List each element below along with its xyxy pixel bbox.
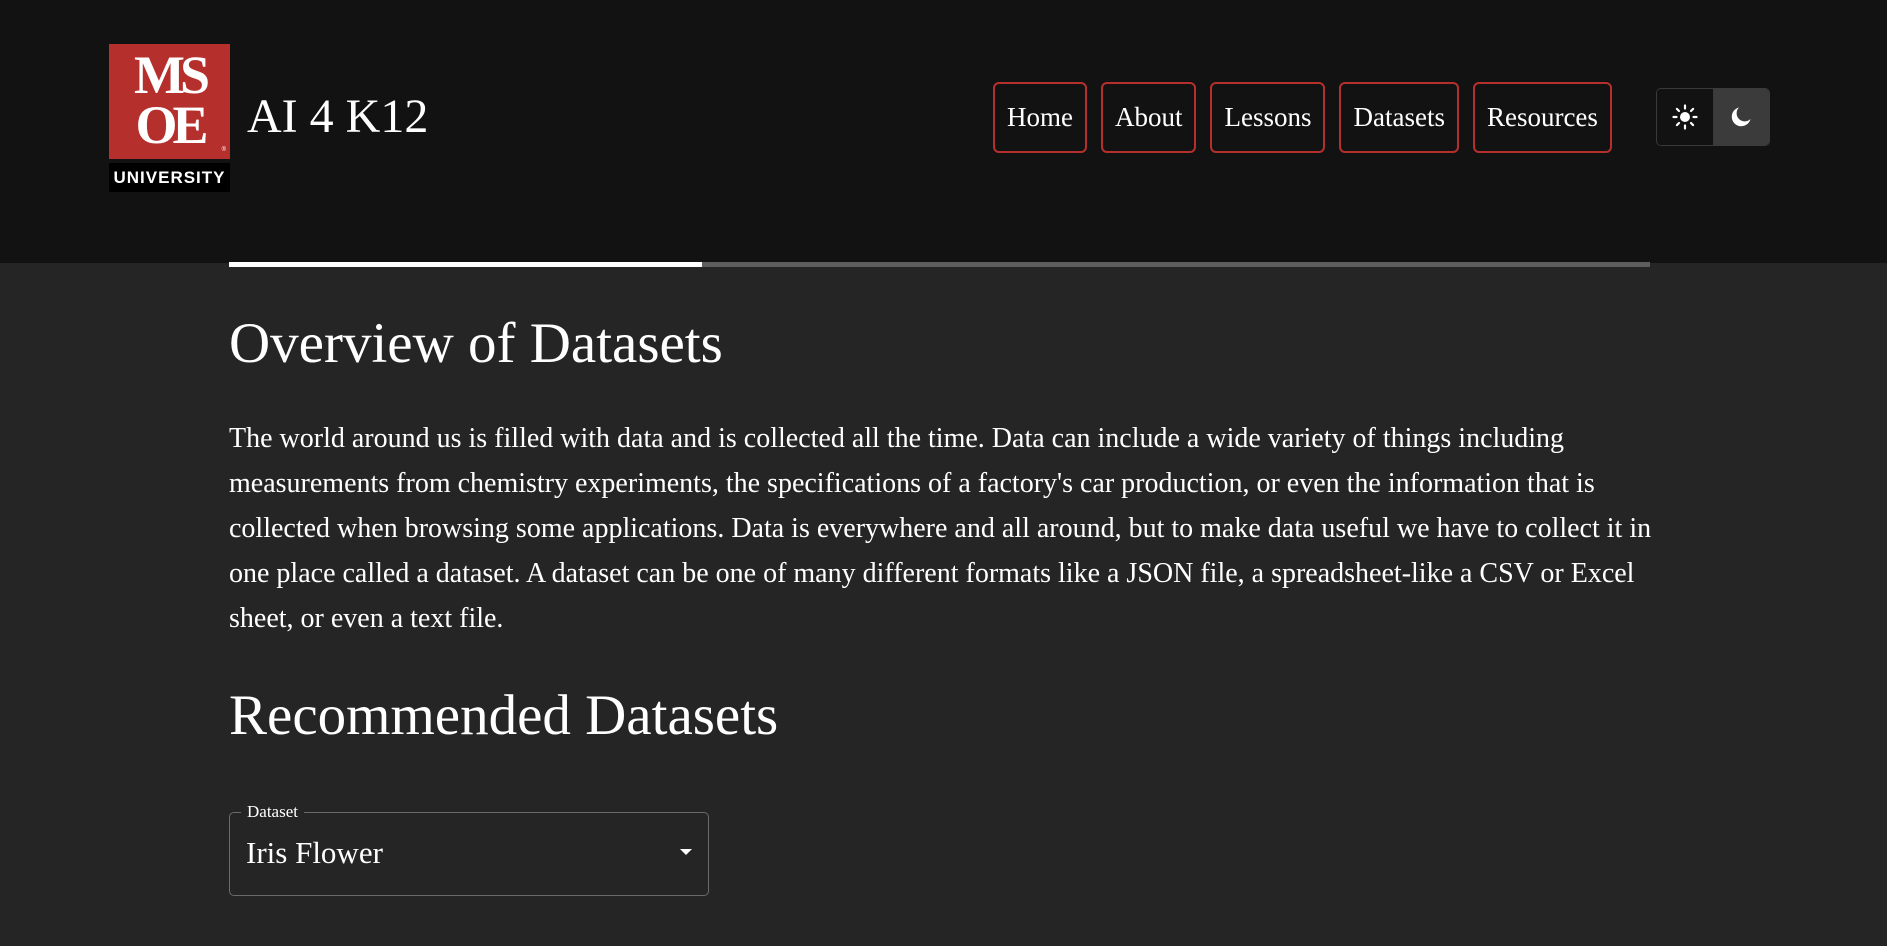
dataset-select[interactable]: Dataset Iris Flower — [229, 801, 709, 896]
nav-about-button[interactable]: About — [1100, 82, 1197, 153]
main-nav: Home About Lessons Datasets Resources — [993, 82, 1612, 153]
site-title[interactable]: AI 4 K12 — [247, 88, 428, 146]
theme-toggle — [1656, 88, 1770, 146]
logo-subtitle: UNIVERSITY — [109, 163, 230, 192]
dataset-select-value: Iris Flower — [246, 835, 383, 870]
chevron-down-icon — [680, 849, 692, 855]
site-header: MS OE ® UNIVERSITY AI 4 K12 Home About Le… — [0, 0, 1887, 263]
page-progress-fill — [229, 262, 703, 267]
dark-mode-button[interactable] — [1712, 89, 1769, 145]
nav-resources-button[interactable]: Resources — [1472, 82, 1612, 153]
sun-icon — [1672, 104, 1698, 130]
light-mode-button[interactable] — [1657, 89, 1713, 145]
logo-mark: MS OE ® — [109, 44, 230, 159]
overview-heading: Overview of Datasets — [229, 312, 723, 375]
nav-lessons-button[interactable]: Lessons — [1210, 82, 1326, 153]
logo-letters: MS OE — [134, 45, 210, 155]
nav-home-button[interactable]: Home — [993, 82, 1087, 153]
overview-paragraph: The world around us is filled with data … — [229, 423, 1652, 634]
page-progress-bar — [229, 262, 1650, 267]
msoe-logo[interactable]: MS OE ® UNIVERSITY — [109, 44, 230, 192]
dataset-select-label: Dataset — [241, 801, 304, 823]
nav-datasets-button[interactable]: Datasets — [1339, 82, 1459, 153]
recommended-heading: Recommended Datasets — [229, 684, 779, 747]
moon-icon — [1732, 107, 1751, 127]
